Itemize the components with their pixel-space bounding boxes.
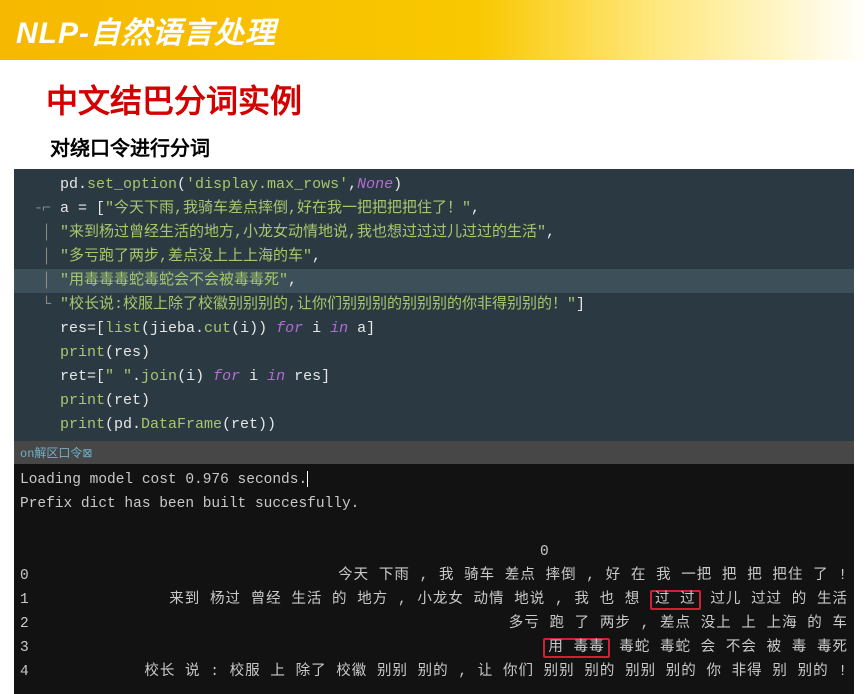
code-line-9: ret=[" ".join(i) for i in res]	[58, 365, 342, 389]
code-editor-wrap: pd.set_option('display.max_rows',None) -…	[14, 169, 854, 694]
highlight-box: 用 毒毒	[543, 638, 609, 658]
dataframe-row: 4 校长 说 : 校服 上 除了 校徽 别别 别的 , 让 你们 别别 别的 别…	[20, 660, 848, 684]
highlight-box: 过 过	[650, 590, 701, 610]
code-line-5: "用毒毒毒蛇毒蛇会不会被毒毒死",	[58, 269, 309, 293]
code-line-6: "校长说:校服上除了校徽别别别的,让你们别别别的别别别的你非得别别的！"]	[58, 293, 597, 317]
dataframe-header: 0	[20, 540, 848, 564]
code-line-8: print(res)	[58, 341, 162, 365]
banner-title: NLP-自然语言处理	[16, 8, 852, 52]
code-editor: pd.set_option('display.max_rows',None) -…	[14, 169, 854, 441]
tab-label[interactable]: on解区口令⊠	[20, 447, 94, 461]
cursor-icon	[307, 471, 308, 487]
code-line-7: res=[list(jieba.cut(i)) for i in a]	[58, 317, 387, 341]
console-output: Loading model cost 0.976 seconds. Prefix…	[14, 464, 854, 694]
console-tab-bar: on解区口令⊠	[14, 441, 854, 464]
console-line: Prefix dict has been built succesfully.	[20, 492, 848, 516]
code-line-10: print(ret)	[58, 389, 162, 413]
section-subtitle: 对绕口令进行分词	[50, 132, 868, 161]
code-line-1: pd.set_option('display.max_rows',None)	[58, 173, 414, 197]
close-icon[interactable]: ⊠	[82, 446, 92, 460]
dataframe-row: 3 用 毒毒 毒蛇 毒蛇 会 不会 被 毒 毒死	[20, 636, 848, 660]
section-title: 中文结巴分词实例	[46, 76, 868, 122]
dataframe-row: 0 今天 下雨 , 我 骑车 差点 摔倒 , 好 在 我 一把 把 把 把住 了…	[20, 564, 848, 588]
code-line-4: "多亏跑了两步,差点没上上上海的车",	[58, 245, 333, 269]
dataframe-row: 1 来到 杨过 曾经 生活 的 地方 , 小龙女 动情 地说 , 我 也 想 过…	[20, 588, 848, 612]
console-line: Loading model cost 0.976 seconds.	[20, 468, 848, 492]
code-line-11: print(pd.DataFrame(ret))	[58, 413, 288, 437]
header-banner: NLP-自然语言处理	[0, 0, 868, 60]
dataframe-row: 2 多亏 跑 了 两步 , 差点 没上 上 上海 的 车	[20, 612, 848, 636]
code-line-3: "来到杨过曾经生活的地方,小龙女动情地说,我也想过过过儿过过的生活",	[58, 221, 567, 245]
code-line-2: a = ["今天下雨,我骑车差点摔倒,好在我一把把把把住了！",	[58, 197, 492, 221]
